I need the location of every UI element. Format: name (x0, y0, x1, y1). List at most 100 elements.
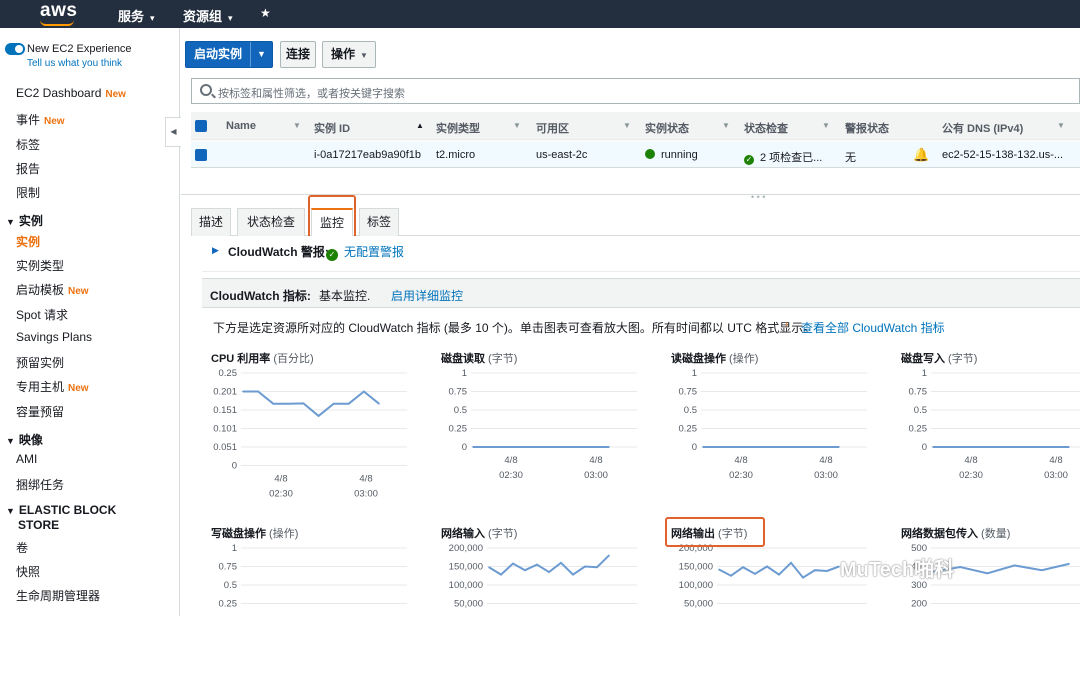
sort-icon[interactable]: ▼ (513, 121, 521, 130)
instances-table: Name ▼ 实例 ID ▲ 实例类型 ▼ 可用区 ▼ 实例状态 ▼ 状态检查 … (191, 112, 1080, 168)
sidebar-item-capacity-reservations[interactable]: 容量预留 (16, 403, 64, 420)
chart-title-text: 网络数据包传入 (901, 528, 978, 540)
data-point (378, 402, 380, 405)
y-tick-label: 0 (922, 442, 927, 453)
sidebar-section-images[interactable]: ▼ 映像 (6, 431, 43, 448)
chart-network-out[interactable]: 网络输出 (字节) 200,000 150,000 100,000 50,000 (671, 525, 871, 685)
column-header-name[interactable]: Name (226, 120, 256, 132)
pin-icon[interactable]: ★ (260, 6, 271, 20)
y-tick-label: 0.5 (684, 405, 697, 416)
tab-status-checks[interactable]: 状态检查 (237, 208, 305, 236)
services-menu[interactable]: 服务 ▾ (118, 6, 155, 25)
chart-disk-read-bytes[interactable]: 磁盘读取 (字节) 1 0.75 0.5 0.25 0 4/8 02:30 4/8 03:00 (441, 350, 641, 510)
x-tick-time: 02:30 (269, 489, 293, 500)
highlight-box-network-out (665, 517, 765, 547)
new-experience-toggle[interactable] (5, 43, 25, 55)
filter-search-input[interactable]: 按标签和属性筛选，或者按关键字搜索 (191, 78, 1080, 104)
sidebar-item-events[interactable]: 事件 New (16, 111, 65, 128)
chart-network-packets-in[interactable]: 网络数据包传入 (数量) 500 400 300 200 (901, 525, 1080, 685)
sidebar-item-ami[interactable]: AMI (16, 452, 37, 466)
sidebar-item-bundle-tasks[interactable]: 捆绑任务 (16, 476, 64, 493)
data-point (932, 446, 934, 448)
y-tick-label: 0.25 (679, 424, 698, 435)
sidebar-item-spot-requests[interactable]: Spot 请求 (16, 306, 68, 323)
triangle-right-icon[interactable]: ▶ (212, 245, 219, 256)
data-point (332, 402, 335, 405)
sidebar-collapse-handle[interactable]: ◀ (165, 117, 181, 147)
enable-detailed-monitoring-link[interactable]: 启用详细监控 (391, 287, 463, 304)
launch-instance-button[interactable]: 启动实例 ▼ (185, 41, 273, 68)
sidebar-item-lifecycle-manager[interactable]: 生命周期管理器 (16, 587, 100, 604)
sidebar-item-instances[interactable]: 实例 (16, 233, 40, 250)
column-header-instance-id[interactable]: 实例 ID (314, 120, 350, 136)
row-checkbox[interactable] (195, 149, 207, 161)
column-header-instance-type[interactable]: 实例类型 (436, 120, 480, 136)
sort-icon[interactable]: ▼ (1057, 121, 1065, 130)
sidebar-item-snapshots[interactable]: 快照 (16, 563, 40, 580)
sort-icon[interactable]: ▼ (722, 121, 730, 130)
y-tick-label: 0.25 (219, 368, 238, 379)
sort-icon[interactable]: ▼ (293, 121, 301, 130)
data-point (702, 446, 704, 448)
y-tick-label: 50,000 (454, 599, 483, 610)
sidebar-item-tags[interactable]: 标签 (16, 136, 40, 153)
sort-icon[interactable]: ▼ (623, 121, 631, 130)
column-header-public-dns[interactable]: 公有 DNS (IPv4) (942, 120, 1023, 136)
select-all-checkbox[interactable] (195, 120, 207, 132)
data-point (572, 573, 574, 576)
resize-grip-icon[interactable]: • • • (751, 192, 765, 202)
tab-tags[interactable]: 标签 (359, 208, 399, 236)
chart-unit-text: (字节) (485, 353, 518, 365)
chart-title-text: CPU 利用率 (211, 353, 271, 365)
sidebar-item-reports[interactable]: 报告 (16, 160, 40, 177)
data-point (287, 402, 290, 405)
sort-icon[interactable]: ▼ (822, 121, 830, 130)
x-tick-date: 4/8 (504, 455, 517, 466)
table-header: Name ▼ 实例 ID ▲ 实例类型 ▼ 可用区 ▼ 实例状态 ▼ 状态检查 … (191, 112, 1080, 140)
aws-logo[interactable]: aws (40, 0, 77, 22)
resource-groups-menu[interactable]: 资源组 ▾ (183, 6, 233, 25)
column-header-alarm-status[interactable]: 警报状态 (845, 120, 889, 136)
column-header-availability-zone[interactable]: 可用区 (536, 120, 569, 136)
view-all-metrics-link[interactable]: 查看全部 CloudWatch 指标 (801, 319, 945, 336)
sidebar-item-reserved-instances[interactable]: 预留实例 (16, 354, 64, 371)
sort-asc-icon[interactable]: ▲ (416, 121, 424, 130)
chart-disk-write-ops[interactable]: 写磁盘操作 (操作) 1 0.75 0.5 0.25 (211, 525, 411, 685)
chart-network-in[interactable]: 网络输入 (字节) 200,000 150,000 100,000 50,000 (441, 525, 641, 685)
sidebar-item-ec2-dashboard[interactable]: EC2 Dashboard New (16, 86, 126, 100)
column-header-status-checks[interactable]: 状态检查 (744, 120, 788, 136)
sidebar-item-limits[interactable]: 限制 (16, 184, 40, 201)
data-point (790, 562, 792, 564)
tab-description[interactable]: 描述 (191, 208, 231, 236)
sidebar-item-launch-templates[interactable]: 启动模板 New (16, 281, 89, 298)
triangle-down-icon: ▼ (6, 436, 15, 446)
chart-title-text: 读磁盘操作 (671, 353, 726, 365)
data-point (512, 562, 514, 565)
chart-disk-write-bytes[interactable]: 磁盘写入 (字节) 1 0.75 0.5 0.25 0 4/8 02:30 4/8 03:00 (901, 350, 1080, 510)
feedback-link[interactable]: Tell us what you think (27, 58, 122, 69)
column-header-instance-state[interactable]: 实例状态 (645, 120, 689, 136)
section-label: 映像 (18, 433, 43, 447)
data-point (363, 390, 365, 393)
chart-cpu-utilization[interactable]: CPU 利用率 (百分比) 0.25 0.201 0.151 0.101 0.051 0 4/… (211, 350, 411, 510)
new-badge: New (44, 116, 65, 127)
sidebar-item-dedicated-hosts[interactable]: 专用主机 New (16, 378, 89, 395)
sidebar-item-savings-plans[interactable]: Savings Plans (16, 330, 92, 344)
chevron-down-icon[interactable]: ▼ (250, 42, 272, 67)
y-tick-label: 0.151 (213, 405, 237, 416)
bell-icon[interactable]: 🔔 (913, 147, 929, 163)
data-point (1068, 446, 1070, 448)
data-point (838, 446, 840, 448)
alarm-value[interactable]: ✓ 无配置警报 (326, 243, 404, 261)
sidebar-item-volumes[interactable]: 卷 (16, 539, 28, 556)
data-point (242, 390, 244, 393)
highlight-box-monitoring-tab (308, 195, 356, 240)
sidebar-section-ebs[interactable]: ▼ ELASTIC BLOCK (6, 503, 116, 517)
sidebar-section-instances[interactable]: ▼ 实例 (6, 212, 43, 229)
connect-button[interactable]: 连接 (280, 41, 316, 68)
table-row[interactable]: i-0a17217eab9a90f1b t2.micro us-east-2c … (191, 142, 1080, 168)
chart-disk-read-ops[interactable]: 读磁盘操作 (操作) 1 0.75 0.5 0.25 0 4/8 02:30 4/8 03:00 (671, 350, 871, 510)
actions-button[interactable]: 操作 ▼ (322, 41, 376, 68)
sidebar-item-instance-types[interactable]: 实例类型 (16, 257, 64, 274)
chart-title: 网络数据包传入 (数量) (901, 525, 1010, 541)
